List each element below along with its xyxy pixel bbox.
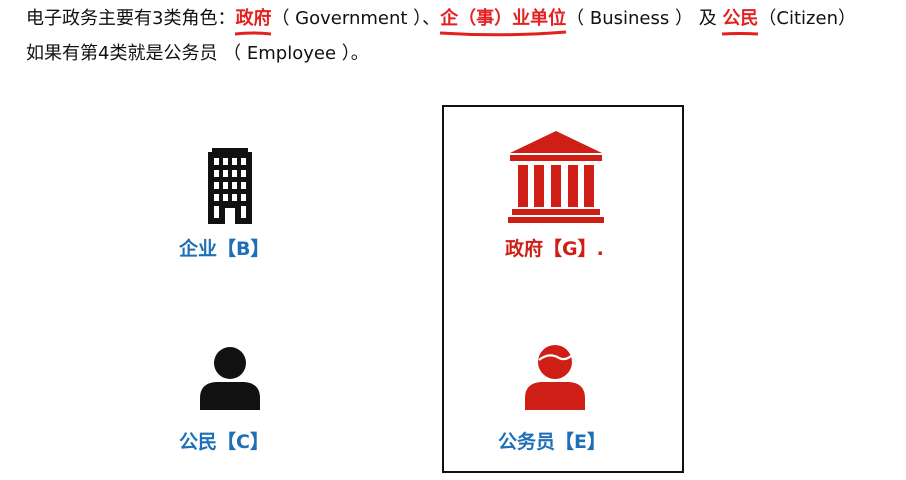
government-building-icon bbox=[508, 131, 604, 223]
government-label: 政府【G】. bbox=[505, 238, 604, 260]
highlight-business-text: 企（事）业单位 bbox=[440, 8, 567, 29]
business-label: 企业【B】 bbox=[179, 238, 270, 260]
highlight-citizen-text: 公民 bbox=[722, 8, 759, 29]
underline-government bbox=[235, 31, 272, 36]
person-icon bbox=[200, 347, 260, 410]
underline-citizen bbox=[722, 32, 759, 36]
intro-line-1: 电子政务主要有3类角色：政府（ Government ）、企（事）业单位（ Bu… bbox=[26, 6, 856, 37]
civil-servant-person-icon bbox=[525, 345, 585, 410]
intro-prefix: 电子政务主要有3类角色： bbox=[26, 8, 236, 29]
highlight-citizen: 公民 bbox=[722, 6, 759, 36]
citizen-english: （Citizen） bbox=[758, 8, 856, 29]
government-english: （ Government ）、 bbox=[271, 8, 441, 29]
office-building-icon bbox=[208, 148, 252, 224]
highlight-government: 政府 bbox=[235, 6, 272, 36]
business-english: （ Business ） 及 bbox=[566, 8, 723, 29]
employee-label: 公务员【E】 bbox=[498, 431, 606, 453]
underline-business bbox=[440, 30, 567, 37]
highlight-business: 企（事）业单位 bbox=[440, 6, 567, 37]
citizen-label: 公民【C】 bbox=[179, 431, 269, 453]
intro-line-2: 如果有第4类就是公务员 （ Employee ）。 bbox=[26, 43, 369, 64]
highlight-government-text: 政府 bbox=[235, 8, 272, 29]
